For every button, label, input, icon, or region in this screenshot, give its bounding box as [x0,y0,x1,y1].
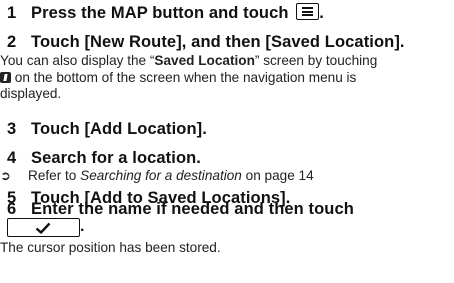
navigation-menu-icon [0,71,11,83]
step-text: Enter the name if needed and then touch [31,200,354,218]
confirm-button-icon [7,218,80,237]
step-text: Touch [Add Location]. [31,120,207,138]
cross-reference: ➲ Refer to Searching for a destination on… [0,168,314,183]
step-3: 3 Touch [Add Location]. [7,120,207,139]
step-number: 4 [7,149,17,167]
saved-location-term: Saved Location [154,53,255,68]
step-number: 3 [7,120,17,138]
arrow-icon: ➲ [0,168,11,183]
step-text: Press the MAP button and touch [31,4,294,22]
step-text: Search for a location. [31,149,201,167]
reference-link[interactable]: Searching for a destination [80,168,242,183]
checkmark-icon [35,222,51,234]
step-6: 6 Enter the name if needed and then touch [7,200,354,219]
step-2: 2 Touch [New Route], and then [Saved Loca… [7,33,405,52]
result-text: The cursor position has been stored. [0,240,221,255]
step-6-period: . [80,218,85,235]
step-number: 2 [7,33,17,51]
menu-icon [296,3,320,20]
step-1: 1 Press the MAP button and touch . [7,3,324,22]
step-number: 6 [7,200,17,218]
step-2-note: You can also display the “Saved Location… [0,53,378,101]
step-text: Touch [New Route], and then [Saved Locat… [31,33,405,51]
step-number: 1 [7,4,17,22]
manual-page: 1 Press the MAP button and touch . 2 Touch… [0,0,454,283]
step-4: 4 Search for a location. [7,149,201,168]
